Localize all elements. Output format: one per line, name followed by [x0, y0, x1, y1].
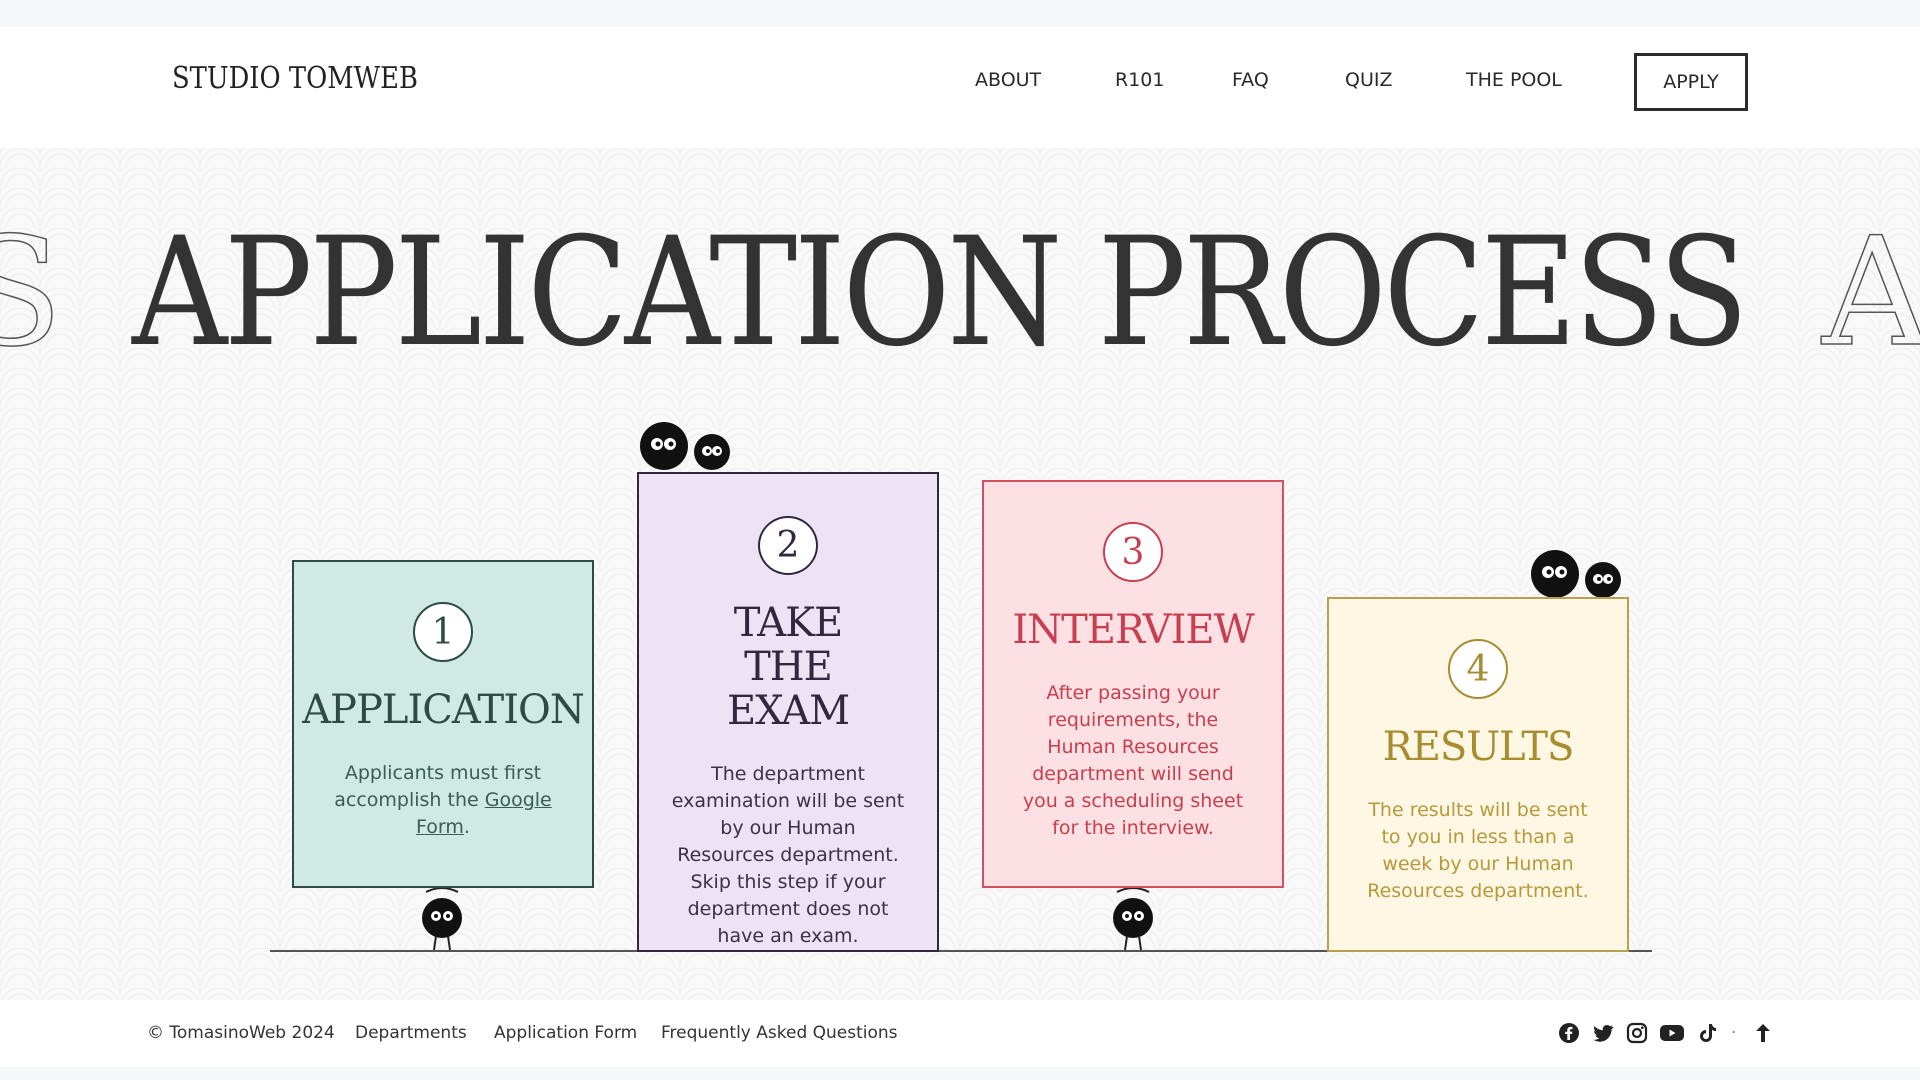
- apply-button[interactable]: APPLY: [1634, 53, 1748, 111]
- footer-separator: ·: [1731, 1023, 1737, 1043]
- soot-sprites-icon: [640, 422, 730, 470]
- nav-about[interactable]: ABOUT: [975, 69, 1041, 91]
- tiktok-icon[interactable]: [1696, 1021, 1720, 1045]
- top-strip: [0, 0, 1920, 27]
- youtube-icon[interactable]: [1659, 1021, 1685, 1045]
- step-card-results: 4 RESULTS The results will be sent to yo…: [1327, 597, 1629, 952]
- footer-link-departments[interactable]: Departments: [355, 1023, 467, 1043]
- step-description: The department examination will be sent …: [671, 763, 905, 947]
- bottom-strip: [0, 1067, 1920, 1080]
- twitter-icon[interactable]: [1591, 1021, 1615, 1045]
- footer-link-application-form[interactable]: Application Form: [494, 1023, 637, 1043]
- arrow-up-icon[interactable]: [1751, 1021, 1775, 1045]
- step-title: INTERVIEW: [1012, 607, 1254, 653]
- marquee-title: S APPLICATION PROCESS A: [0, 218, 1920, 368]
- step-title: APPLICATION: [302, 687, 585, 733]
- soot-sprite-holding-icon: [422, 887, 462, 951]
- footer-link-faq[interactable]: Frequently Asked Questions: [661, 1023, 898, 1043]
- marquee-ghost-right: A: [1821, 218, 1920, 368]
- soot-sprite-holding-icon: [1113, 887, 1153, 951]
- step-title: TAKE THE EXAM: [726, 600, 850, 734]
- step-card-interview: 3 INTERVIEW After passing your requireme…: [982, 480, 1284, 888]
- step-description: After passing your requirements, the Hum…: [1022, 682, 1244, 839]
- step-card-application: 1 APPLICATION Applicants must first acco…: [292, 560, 594, 888]
- facebook-icon[interactable]: [1557, 1021, 1581, 1045]
- step-number: 4: [1448, 639, 1508, 699]
- nav-r101[interactable]: R101: [1115, 69, 1164, 91]
- application-process-section: S APPLICATION PROCESS A: [0, 148, 1920, 1000]
- nav-faq[interactable]: FAQ: [1232, 69, 1269, 91]
- site-header: STUDIO TOMWEB ABOUT R101 FAQ QUIZ THE PO…: [0, 27, 1920, 148]
- site-footer: © TomasinoWeb 2024 Departments Applicati…: [0, 1000, 1920, 1067]
- copyright: © TomasinoWeb 2024: [147, 1023, 335, 1043]
- soot-sprites-icon: [1531, 550, 1621, 598]
- step-description: The results will be sent to you in less …: [1367, 799, 1589, 902]
- step-description: Applicants must first accomplish the Goo…: [334, 762, 552, 838]
- site-logo[interactable]: STUDIO TOMWEB: [172, 61, 418, 96]
- nav-the-pool[interactable]: THE POOL: [1466, 69, 1562, 91]
- step-title: RESULTS: [1382, 724, 1575, 770]
- page-title: APPLICATION PROCESS: [132, 218, 1749, 368]
- marquee-ghost-left: S: [0, 218, 64, 368]
- step-number: 2: [758, 516, 818, 575]
- step-number: 1: [413, 602, 473, 662]
- step-number: 3: [1103, 522, 1163, 582]
- nav-quiz[interactable]: QUIZ: [1345, 69, 1392, 91]
- step-card-exam: 2 TAKE THE EXAM The department examinati…: [637, 472, 939, 952]
- instagram-icon[interactable]: [1625, 1021, 1649, 1045]
